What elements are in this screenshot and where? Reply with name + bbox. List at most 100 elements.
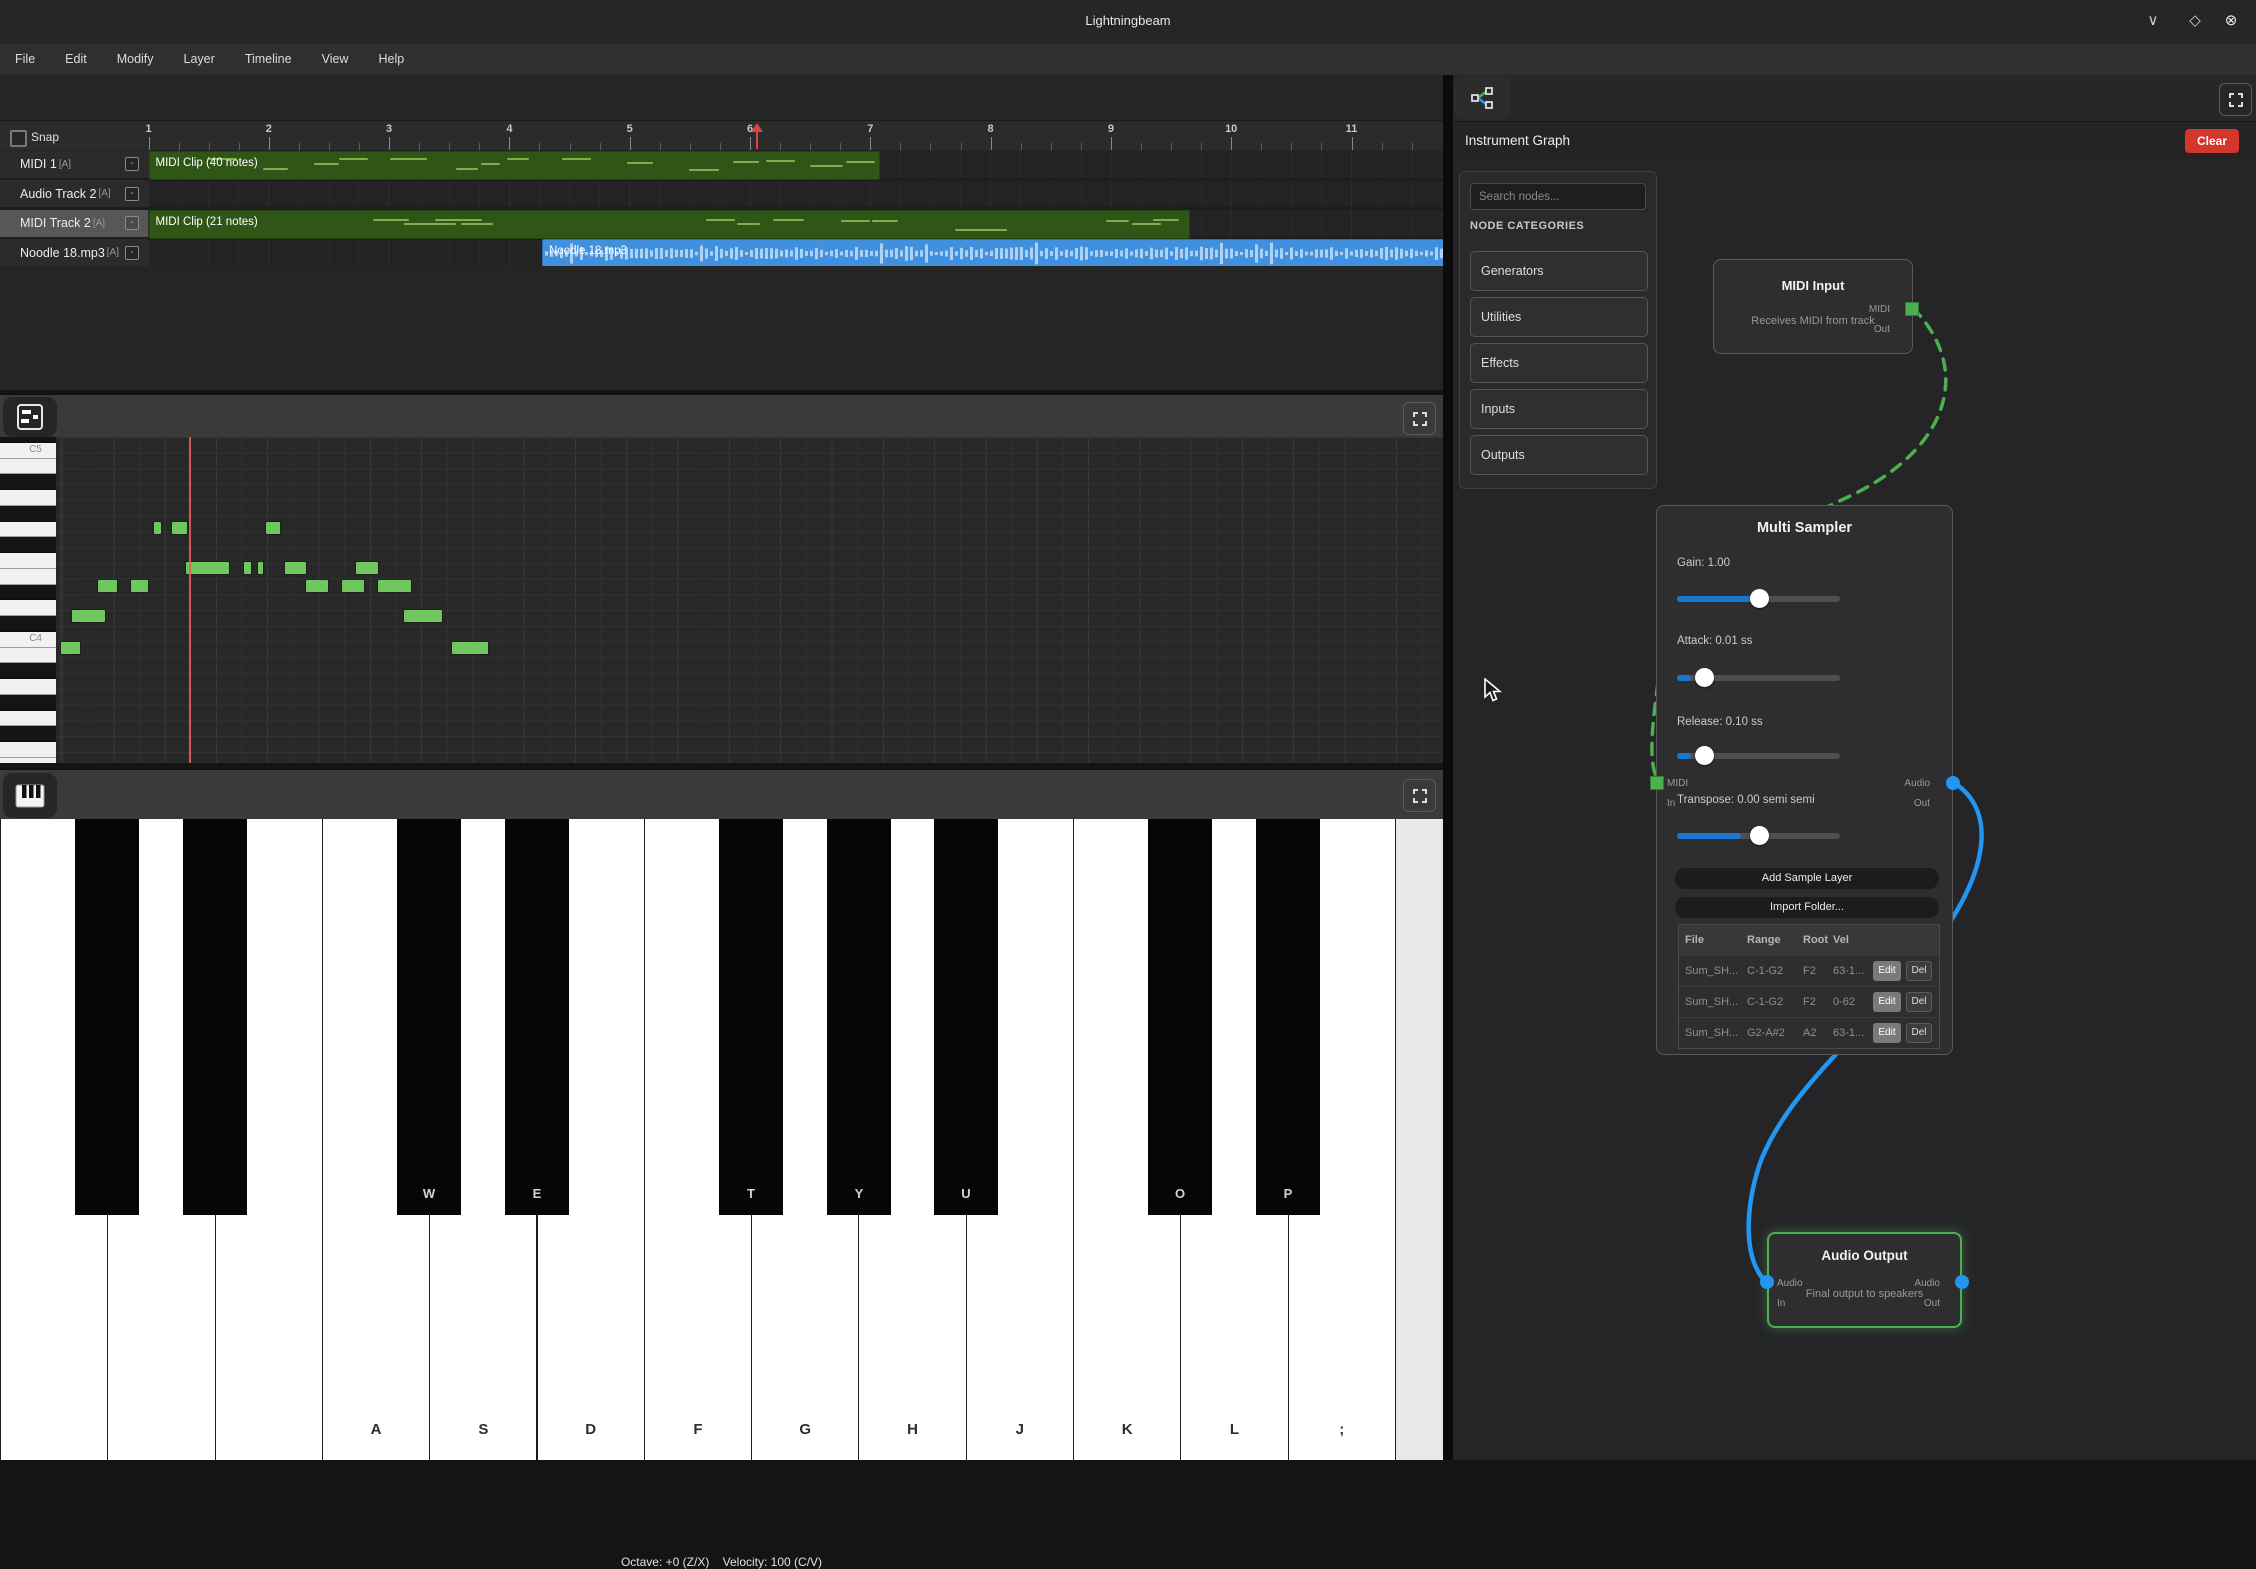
- roll-key-C#4[interactable]: [0, 616, 56, 632]
- midi-note[interactable]: [378, 580, 411, 592]
- category-outputs[interactable]: Outputs: [1470, 435, 1648, 475]
- edit-button[interactable]: Edit: [1873, 1023, 1901, 1043]
- midi-note[interactable]: [342, 580, 364, 592]
- roll-key-F#4[interactable]: [0, 537, 56, 553]
- snap-checkbox[interactable]: [10, 130, 27, 147]
- audio-out-port[interactable]: [1946, 776, 1960, 790]
- black-key-T[interactable]: T: [719, 819, 783, 1215]
- midi-note[interactable]: [172, 522, 187, 534]
- panel-divider[interactable]: [1443, 75, 1453, 1460]
- menu-file[interactable]: File: [0, 44, 50, 75]
- roll-key-G#4[interactable]: [0, 506, 56, 522]
- import-folder-button[interactable]: Import Folder...: [1675, 897, 1939, 918]
- roll-key-A#4[interactable]: [0, 474, 56, 490]
- del-button[interactable]: Del: [1906, 1023, 1932, 1043]
- midi-note[interactable]: [285, 562, 306, 574]
- roll-key-A#3[interactable]: [0, 663, 56, 679]
- roll-key-F3[interactable]: [0, 742, 56, 758]
- node-graph-panel-button[interactable]: [1454, 76, 1510, 120]
- node-multi-sampler[interactable]: Multi Sampler Gain: 1.00Attack: 0.01 ssR…: [1656, 505, 1953, 1055]
- roll-key-F#3[interactable]: [0, 726, 56, 742]
- add-sample-layer-button[interactable]: Add Sample Layer: [1675, 868, 1939, 889]
- track-header-4[interactable]: Noodle 18.mp3[A]-: [0, 239, 148, 266]
- roll-key-D4[interactable]: [0, 600, 56, 616]
- track-checkbox[interactable]: -: [125, 216, 139, 230]
- roll-key-B3[interactable]: [0, 648, 56, 664]
- roll-key-E4[interactable]: [0, 569, 56, 585]
- white-key[interactable]: [1395, 819, 1443, 1460]
- black-key-O[interactable]: O: [1148, 819, 1212, 1215]
- track-header-1[interactable]: MIDI 1[A]-: [0, 151, 148, 178]
- menu-timeline[interactable]: Timeline: [230, 44, 307, 75]
- black-key-U[interactable]: U: [934, 819, 998, 1215]
- category-utilities[interactable]: Utilities: [1470, 297, 1648, 337]
- midi-note[interactable]: [404, 610, 442, 622]
- node-midi-input[interactable]: MIDI Input Receives MIDI from track MIDI…: [1713, 259, 1913, 354]
- timeline-ruler[interactable]: 1234567891011: [0, 120, 1443, 152]
- slider-knob[interactable]: [1695, 668, 1714, 687]
- clear-button[interactable]: Clear: [2185, 129, 2239, 153]
- menu-view[interactable]: View: [307, 44, 364, 75]
- menu-modify[interactable]: Modify: [102, 44, 169, 75]
- midi-note[interactable]: [452, 642, 488, 654]
- roll-key-C5[interactable]: C5: [0, 443, 56, 459]
- black-key-E[interactable]: E: [505, 819, 569, 1215]
- clip-audio[interactable]: Noodle 18.mp3: [542, 239, 1445, 268]
- track-checkbox[interactable]: -: [125, 246, 139, 260]
- track-header-3[interactable]: MIDI Track 2[A]-: [0, 210, 148, 237]
- piano-roll-fullscreen-button[interactable]: [1403, 402, 1436, 435]
- clip-midi[interactable]: MIDI Clip (40 notes): [149, 151, 881, 180]
- tracks-area[interactable]: MIDI 1[A]-Audio Track 2[A]- MIDI Track 2[…: [0, 150, 1443, 266]
- menu-edit[interactable]: Edit: [50, 44, 102, 75]
- del-button[interactable]: Del: [1906, 992, 1932, 1012]
- roll-key-G3[interactable]: [0, 711, 56, 727]
- edit-button[interactable]: Edit: [1873, 992, 1901, 1012]
- param-slider[interactable]: [1677, 596, 1840, 602]
- keyboard-fullscreen-button[interactable]: [1403, 779, 1436, 812]
- track-checkbox[interactable]: -: [125, 157, 139, 171]
- menu-layer[interactable]: Layer: [169, 44, 230, 75]
- black-key[interactable]: [75, 819, 139, 1215]
- piano-roll-panel-button[interactable]: [3, 397, 57, 437]
- midi-note[interactable]: [186, 562, 229, 574]
- midi-note[interactable]: [356, 562, 378, 574]
- category-generators[interactable]: Generators: [1470, 251, 1648, 291]
- black-key-W[interactable]: W: [397, 819, 461, 1215]
- black-key-P[interactable]: P: [1256, 819, 1320, 1215]
- maximize-icon[interactable]: ◇: [2182, 11, 2208, 29]
- midi-out-port[interactable]: [1905, 302, 1919, 316]
- virtual-keyboard[interactable]: ASDFGHJKL;WETYUOP: [0, 819, 1443, 1460]
- clip-midi[interactable]: MIDI Clip (21 notes): [149, 210, 1191, 239]
- midi-note[interactable]: [266, 522, 280, 534]
- midi-note[interactable]: [154, 522, 161, 534]
- category-inputs[interactable]: Inputs: [1470, 389, 1648, 429]
- minimize-icon[interactable]: ∨: [2140, 11, 2166, 29]
- audio-out-port[interactable]: [1955, 1275, 1969, 1289]
- slider-knob[interactable]: [1750, 826, 1769, 845]
- keyboard-panel-button[interactable]: [3, 773, 57, 818]
- slider-knob[interactable]: [1695, 746, 1714, 765]
- black-key-Y[interactable]: Y: [827, 819, 891, 1215]
- midi-note[interactable]: [244, 562, 251, 574]
- roll-key-D#4[interactable]: [0, 585, 56, 601]
- close-icon[interactable]: ⊗: [2218, 11, 2244, 29]
- node-audio-output[interactable]: Audio Output Final output to speakers Au…: [1767, 1232, 1962, 1328]
- roll-key-C4[interactable]: C4: [0, 632, 56, 648]
- roll-key-A4[interactable]: [0, 490, 56, 506]
- piano-roll-grid[interactable]: [56, 437, 1443, 763]
- midi-note[interactable]: [61, 642, 80, 654]
- track-checkbox[interactable]: -: [125, 187, 139, 201]
- midi-note[interactable]: [72, 610, 105, 622]
- roll-key-G#3[interactable]: [0, 695, 56, 711]
- track-header-2[interactable]: Audio Track 2[A]-: [0, 180, 148, 207]
- del-button[interactable]: Del: [1906, 961, 1932, 981]
- midi-in-port[interactable]: [1650, 776, 1664, 790]
- param-slider[interactable]: [1677, 675, 1840, 681]
- search-input[interactable]: [1470, 183, 1646, 210]
- piano-roll-key-column[interactable]: C5 C4: [0, 437, 56, 763]
- roll-key-G4[interactable]: [0, 522, 56, 538]
- menu-help[interactable]: Help: [363, 44, 419, 75]
- category-effects[interactable]: Effects: [1470, 343, 1648, 383]
- audio-in-port[interactable]: [1760, 1275, 1774, 1289]
- piano-roll-playhead[interactable]: [189, 437, 191, 763]
